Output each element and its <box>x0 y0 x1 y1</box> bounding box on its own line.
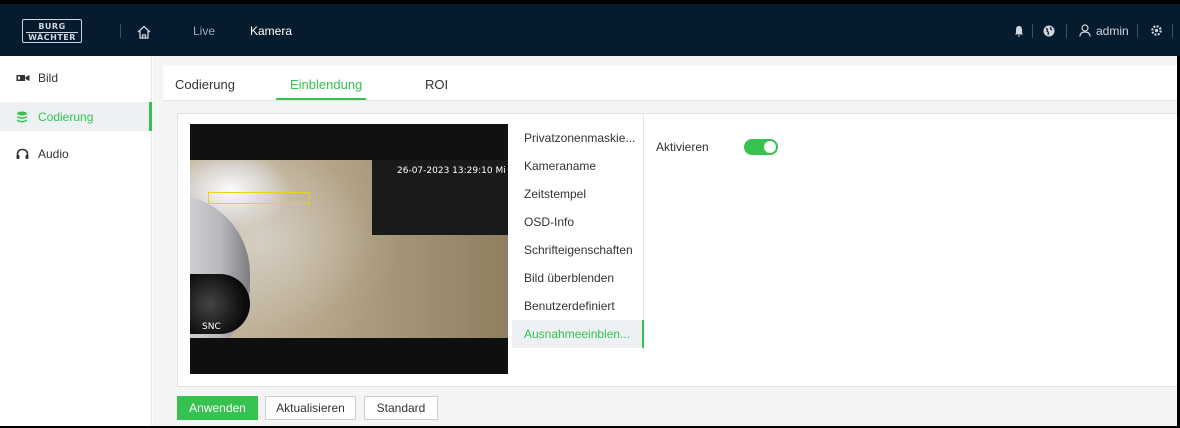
tab-roi[interactable]: ROI <box>425 77 448 92</box>
apply-button[interactable]: Anwenden <box>177 396 258 420</box>
logo-line1: BURG <box>38 22 66 31</box>
sidebar-item-bild[interactable]: Bild <box>0 63 152 92</box>
active-tab-indicator <box>276 98 366 100</box>
enable-toggle[interactable] <box>744 139 778 155</box>
brand-logo: BURG WÄCHTER <box>22 19 82 43</box>
sidebar-item-label: Audio <box>38 146 69 161</box>
main-content: Codierung Einblendung ROI 26-07-2023 13:… <box>153 56 1180 428</box>
osd-item-image-overlay[interactable]: Bild überblenden <box>524 271 614 285</box>
osd-item-privacy-mask[interactable]: Privatzonenmaskie... <box>524 131 635 145</box>
nav-kamera[interactable]: Kamera <box>250 24 292 38</box>
toggle-knob <box>764 141 776 153</box>
divider <box>1172 24 1173 38</box>
video-timestamp: 26-07-2023 13:29:10 Mi <box>397 166 506 176</box>
camera-icon <box>16 74 30 81</box>
bell-icon[interactable] <box>1014 25 1024 37</box>
osd-item-custom[interactable]: Benutzerdefiniert <box>524 299 615 313</box>
sidebar-item-audio[interactable]: Audio <box>0 139 152 168</box>
tab-bar: Codierung Einblendung ROI <box>163 66 1180 101</box>
sidebar-item-codierung[interactable]: Codierung <box>0 102 152 131</box>
video-bottom-band <box>190 338 508 374</box>
sidebar: Bild Codierung Audio <box>0 56 152 428</box>
sidebar-item-label: Bild <box>38 70 59 85</box>
tab-einblendung[interactable]: Einblendung <box>290 77 362 92</box>
divider <box>1066 24 1067 38</box>
divider <box>120 24 121 38</box>
osd-active-indicator <box>642 320 644 348</box>
enable-label: Aktivieren <box>656 140 709 154</box>
layers-icon <box>17 111 27 122</box>
osd-item-osd-info[interactable]: OSD-Info <box>524 215 574 229</box>
video-preview[interactable]: 26-07-2023 13:29:10 Mi SNC <box>190 124 508 374</box>
nav-live[interactable]: Live <box>193 24 215 38</box>
headphones-icon <box>16 148 29 159</box>
osd-item-exception-overlay[interactable]: Ausnahmeeinblen... <box>524 327 630 341</box>
osd-menu: Privatzonenmaskie... Kameraname Zeitstem… <box>512 114 644 352</box>
user-icon[interactable] <box>1079 24 1091 37</box>
osd-item-timestamp[interactable]: Zeitstempel <box>524 187 586 201</box>
username[interactable]: admin <box>1096 24 1129 38</box>
tab-codierung[interactable]: Codierung <box>175 77 235 92</box>
globe-icon[interactable] <box>1043 25 1055 37</box>
refresh-button[interactable]: Aktualisieren <box>265 396 356 420</box>
osd-item-camera-name[interactable]: Kameraname <box>524 159 596 173</box>
sidebar-item-label: Codierung <box>38 109 94 124</box>
home-icon[interactable] <box>137 25 151 39</box>
video-channel-label: SNC <box>202 322 221 332</box>
gear-icon[interactable] <box>1150 24 1163 37</box>
default-button[interactable]: Standard <box>364 396 438 420</box>
top-bar: BURG WÄCHTER Live Kamera admin <box>0 0 1180 56</box>
divider <box>1137 24 1138 38</box>
exception-overlay-box[interactable] <box>208 192 310 204</box>
overlay-settings-panel: 26-07-2023 13:29:10 Mi SNC Privatzonenma… <box>177 113 1180 387</box>
logo-line2: WÄCHTER <box>26 32 78 42</box>
divider <box>1032 24 1033 38</box>
osd-item-font-properties[interactable]: Schrifteigenschaften <box>524 243 633 257</box>
